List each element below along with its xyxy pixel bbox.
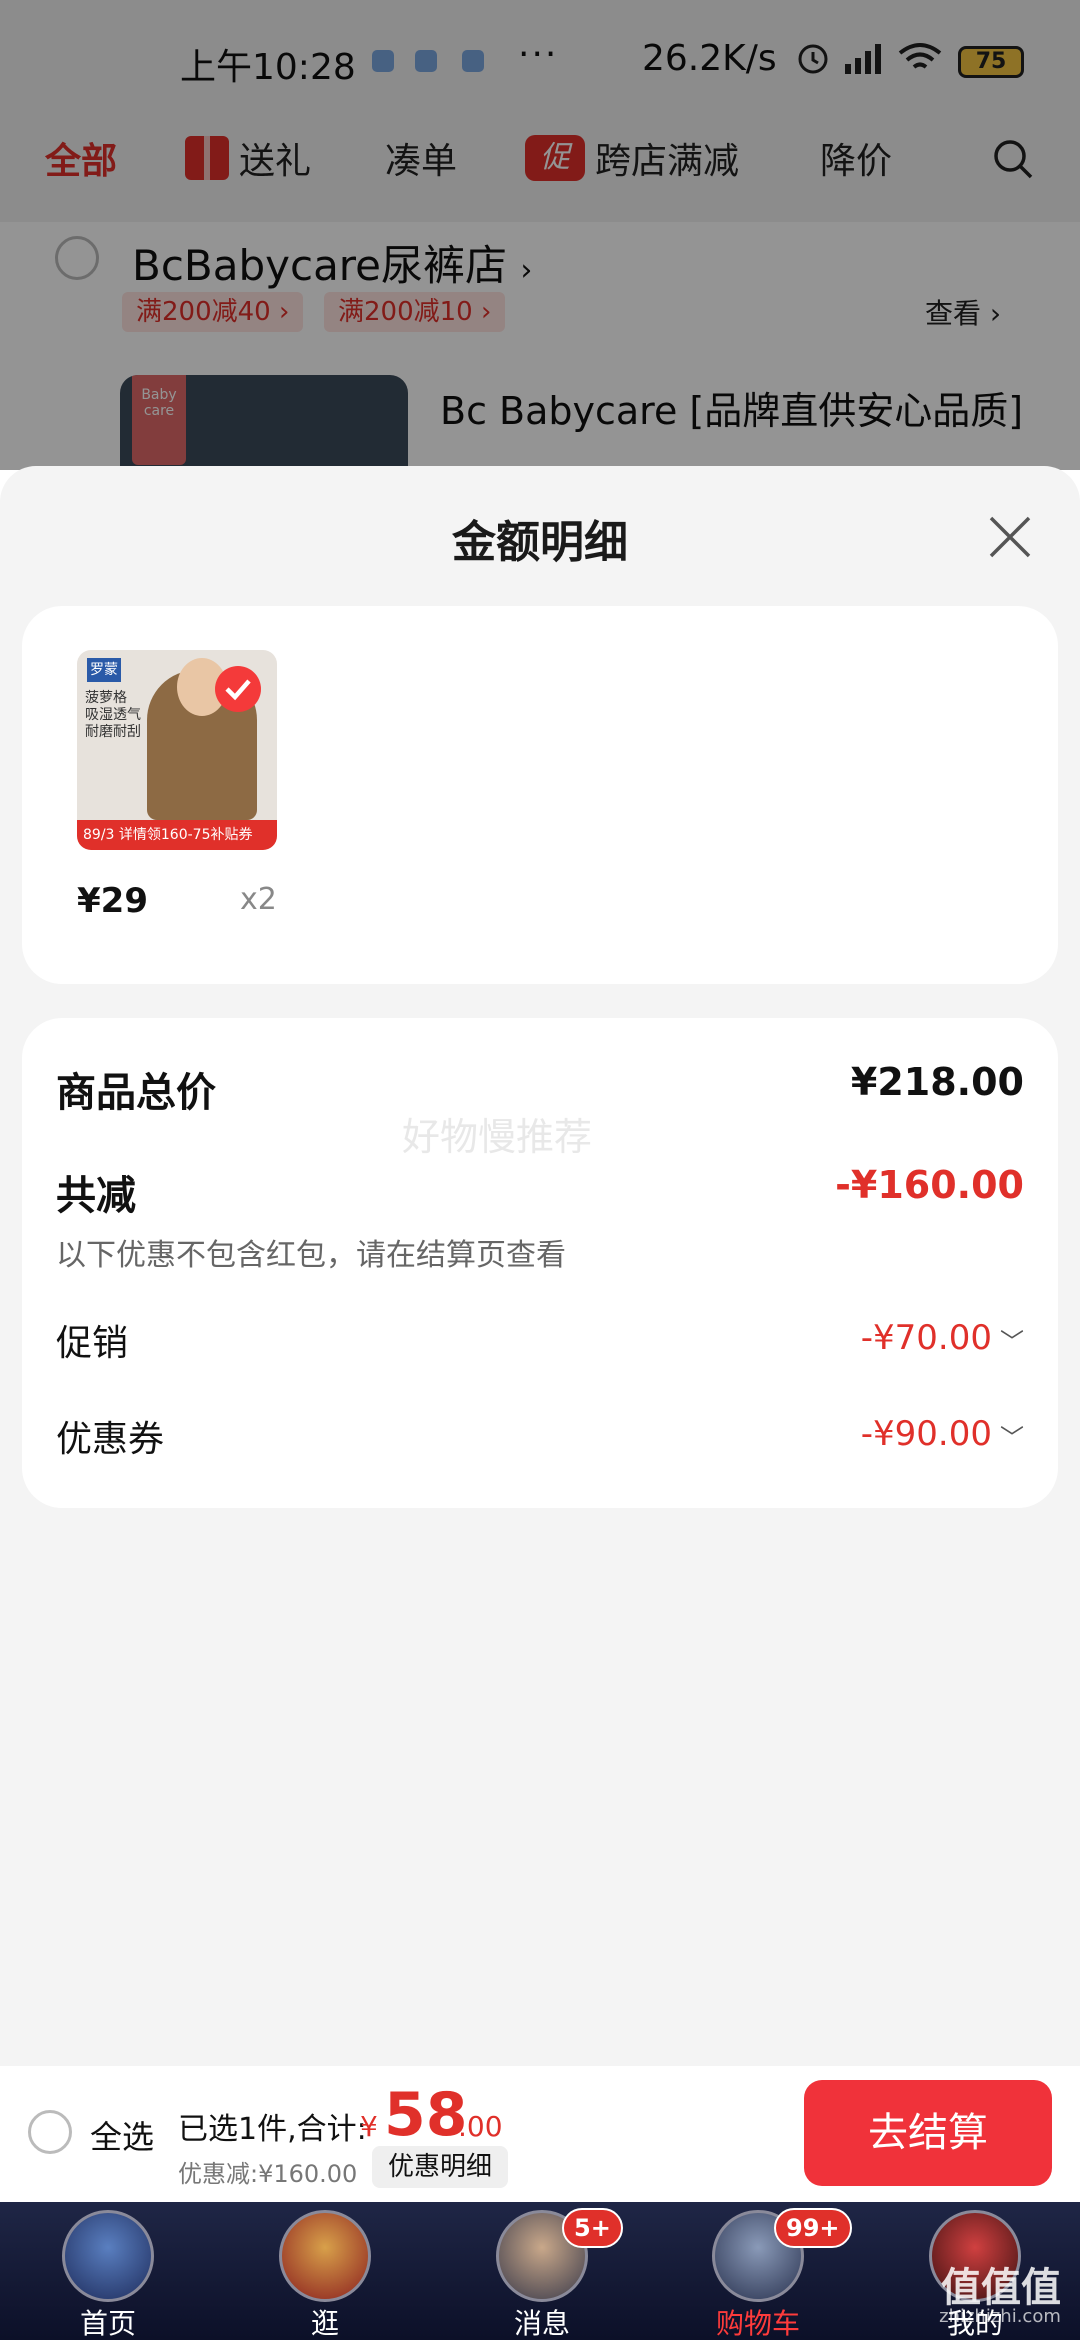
select-all-radio[interactable] bbox=[28, 2110, 72, 2154]
total-amount: 58 bbox=[384, 2080, 468, 2150]
promotion-row-toggle[interactable]: -¥70.00 ﹀ bbox=[861, 1318, 1024, 1358]
product-price: ¥29 bbox=[77, 881, 148, 921]
chevron-down-icon: ﹀ bbox=[1000, 1328, 1024, 1356]
coupon-value: -¥90.00 bbox=[860, 1414, 992, 1454]
checkout-button[interactable]: 去结算 bbox=[804, 2080, 1052, 2186]
selected-summary: 已选1件,合计: bbox=[178, 2112, 367, 2147]
total-reduction-value: -¥160.00 bbox=[835, 1163, 1024, 1207]
modal-overlay[interactable] bbox=[0, 0, 1080, 470]
amount-detail-sheet: 金额明细 罗蒙 菠萝格 吸湿透气 耐磨耐刮 89/3 详情领160-75补贴券 … bbox=[0, 466, 1080, 2066]
product-image[interactable]: 罗蒙 菠萝格 吸湿透气 耐磨耐刮 89/3 详情领160-75补贴券 bbox=[77, 650, 277, 850]
site-watermark: 值值值 bbox=[941, 2265, 1061, 2311]
sheet-title: 金额明细 bbox=[452, 517, 628, 568]
selected-items-card: 罗蒙 菠萝格 吸湿透气 耐磨耐刮 89/3 详情领160-75补贴券 ¥29 x… bbox=[22, 606, 1058, 984]
watermark: 好物慢推荐 bbox=[402, 1115, 593, 1159]
coupon-row-toggle[interactable]: -¥90.00 ﹀ bbox=[861, 1414, 1024, 1454]
reduction-note: 以下优惠不包含红包，请在结算页查看 bbox=[56, 1238, 566, 1273]
product-tagline: 菠萝格 吸湿透气 耐磨耐刮 bbox=[85, 690, 141, 740]
promotion-value: -¥70.00 bbox=[860, 1318, 992, 1358]
discount-detail-button[interactable]: 优惠明细 bbox=[372, 2146, 509, 2188]
site-watermark-url: zhizhizhi.com bbox=[939, 2306, 1061, 2327]
total-currency: ¥ bbox=[360, 2110, 378, 2143]
checked-icon bbox=[215, 666, 261, 712]
checkout-bar: 全选 已选1件,合计: ¥ 58 .00 优惠减:¥160.00 优惠明细 去结… bbox=[0, 2066, 1080, 2202]
close-icon[interactable] bbox=[985, 512, 1035, 562]
chevron-down-icon: ﹀ bbox=[1000, 1424, 1024, 1452]
promo-banner: 89/3 详情领160-75补贴券 bbox=[77, 820, 277, 850]
nav-cart[interactable]: 99+ 购物车 bbox=[678, 2202, 852, 2340]
cart-count-badge: 99+ bbox=[774, 2208, 852, 2248]
total-price-value: ¥218.00 bbox=[850, 1060, 1024, 1104]
select-all-label[interactable]: 全选 bbox=[90, 2112, 154, 2158]
total-price-label: 商品总价 bbox=[56, 1070, 216, 1116]
total-amount-decimal: .00 bbox=[458, 2110, 503, 2143]
nav-browse[interactable]: 逛 bbox=[245, 2202, 405, 2340]
bottom-nav: 首页 逛 5+ 消息 99+ 购物车 我的 bbox=[0, 2202, 1080, 2340]
price-summary-card: 好物慢推荐 商品总价 ¥218.00 共减 -¥160.00 以下优惠不包含红包… bbox=[22, 1018, 1058, 1508]
message-count-badge: 5+ bbox=[562, 2208, 623, 2248]
total-reduction-label: 共减 bbox=[56, 1173, 136, 1219]
discount-summary: 优惠减:¥160.00 bbox=[178, 2160, 358, 2188]
hero-avatar-icon bbox=[62, 2210, 154, 2302]
product-quantity: x2 bbox=[240, 882, 277, 917]
nav-home[interactable]: 首页 bbox=[28, 2202, 188, 2340]
promotion-label: 促销 bbox=[56, 1323, 129, 1364]
brand-label: 罗蒙 bbox=[87, 658, 121, 682]
coupon-label: 优惠券 bbox=[56, 1419, 165, 1460]
nav-messages[interactable]: 5+ 消息 bbox=[462, 2202, 623, 2340]
hero-avatar-icon bbox=[279, 2210, 371, 2302]
